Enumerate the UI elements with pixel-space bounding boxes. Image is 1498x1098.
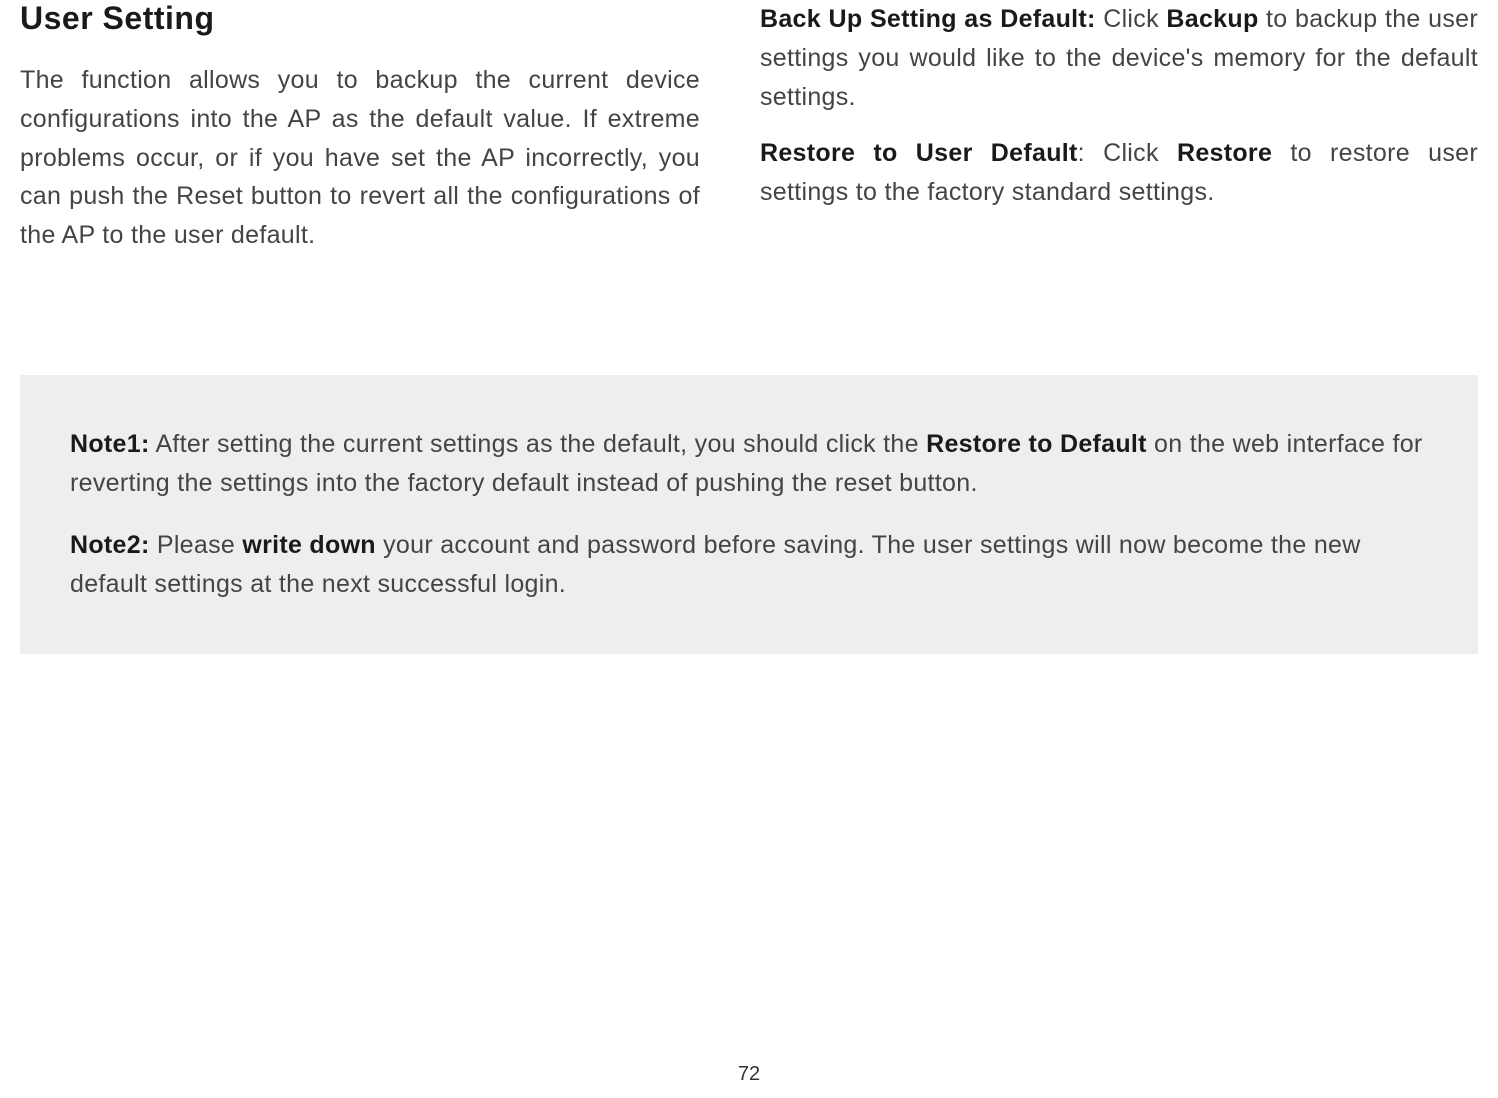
note1-label: Note1: bbox=[70, 430, 150, 458]
restore-paragraph: Restore to User Default: Click Restore t… bbox=[760, 134, 1478, 212]
note1: Note1: After setting the current setting… bbox=[70, 425, 1428, 503]
note2-bold1: write down bbox=[242, 531, 376, 559]
backup-paragraph: Back Up Setting as Default: Click Backup… bbox=[760, 0, 1478, 116]
restore-action: Restore bbox=[1177, 139, 1272, 167]
right-column: Back Up Setting as Default: Click Backup… bbox=[760, 0, 1478, 255]
restore-prefix: : Click bbox=[1078, 139, 1177, 167]
backup-action: Backup bbox=[1166, 5, 1258, 33]
left-column: User Setting The function allows you to … bbox=[20, 0, 700, 255]
note2-text1: Please bbox=[150, 531, 243, 559]
left-paragraph: The function allows you to backup the cu… bbox=[20, 61, 700, 255]
backup-label: Back Up Setting as Default: bbox=[760, 5, 1096, 33]
section-heading: User Setting bbox=[20, 0, 700, 37]
note1-bold1: Restore to Default bbox=[926, 430, 1147, 458]
page-number: 72 bbox=[738, 1063, 760, 1086]
note1-text1: After setting the current settings as th… bbox=[150, 430, 927, 458]
note2: Note2: Please write down your account an… bbox=[70, 526, 1428, 604]
notes-box: Note1: After setting the current setting… bbox=[20, 375, 1478, 654]
backup-prefix: Click bbox=[1096, 5, 1167, 33]
restore-label: Restore to User Default bbox=[760, 139, 1078, 167]
note2-label: Note2: bbox=[70, 531, 150, 559]
